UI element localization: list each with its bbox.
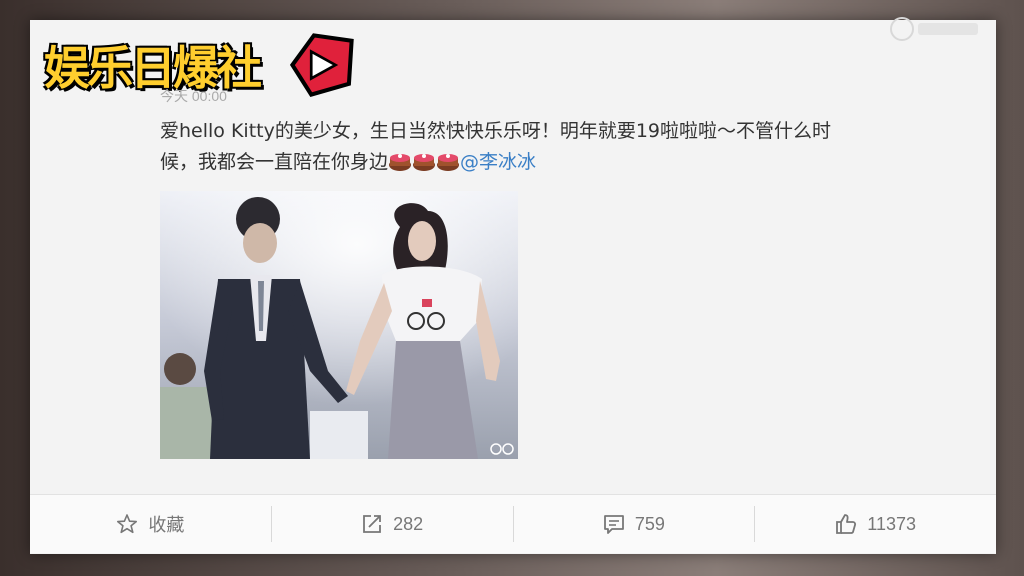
post-photo[interactable] xyxy=(160,191,518,459)
cake-emoji-icon xyxy=(437,154,460,171)
user-mention-link[interactable]: @李冰冰 xyxy=(460,151,536,173)
post-text-line-2-text: 候，我都会一直陪在你身边 xyxy=(160,151,389,173)
favorite-button[interactable]: 收藏 xyxy=(30,506,271,542)
play-badge-icon xyxy=(289,33,354,97)
comment-icon xyxy=(603,515,624,534)
favorite-label: 收藏 xyxy=(148,515,185,535)
star-icon xyxy=(117,514,138,534)
repost-count: 282 xyxy=(393,513,424,534)
watermark-icon xyxy=(890,17,978,41)
post-action-bar: 收藏 282 759 11373 xyxy=(30,494,996,553)
post-body: 爱hello Kitty的美少女，生日当然快快乐乐呀！明年就要19啦啦啦～不管什… xyxy=(160,116,960,178)
post-timestamp: 今天 00:00 xyxy=(160,88,227,104)
cake-emoji-icon xyxy=(413,154,436,171)
like-button[interactable]: 11373 xyxy=(755,506,996,542)
photo-couple-image xyxy=(160,191,518,459)
thumbs-up-icon xyxy=(836,514,857,534)
post-text-line-2: 候，我都会一直陪在你身边 @李冰冰 xyxy=(160,147,960,178)
cake-emoji-icon xyxy=(389,154,412,171)
repost-icon xyxy=(363,515,381,533)
comment-count: 759 xyxy=(634,513,665,534)
comment-button[interactable]: 759 xyxy=(514,506,755,542)
like-count: 11373 xyxy=(867,513,916,534)
post-text-line-1: 爱hello Kitty的美少女，生日当然快快乐乐呀！明年就要19啦啦啦～不管什… xyxy=(160,120,832,142)
repost-button[interactable]: 282 xyxy=(272,506,513,542)
